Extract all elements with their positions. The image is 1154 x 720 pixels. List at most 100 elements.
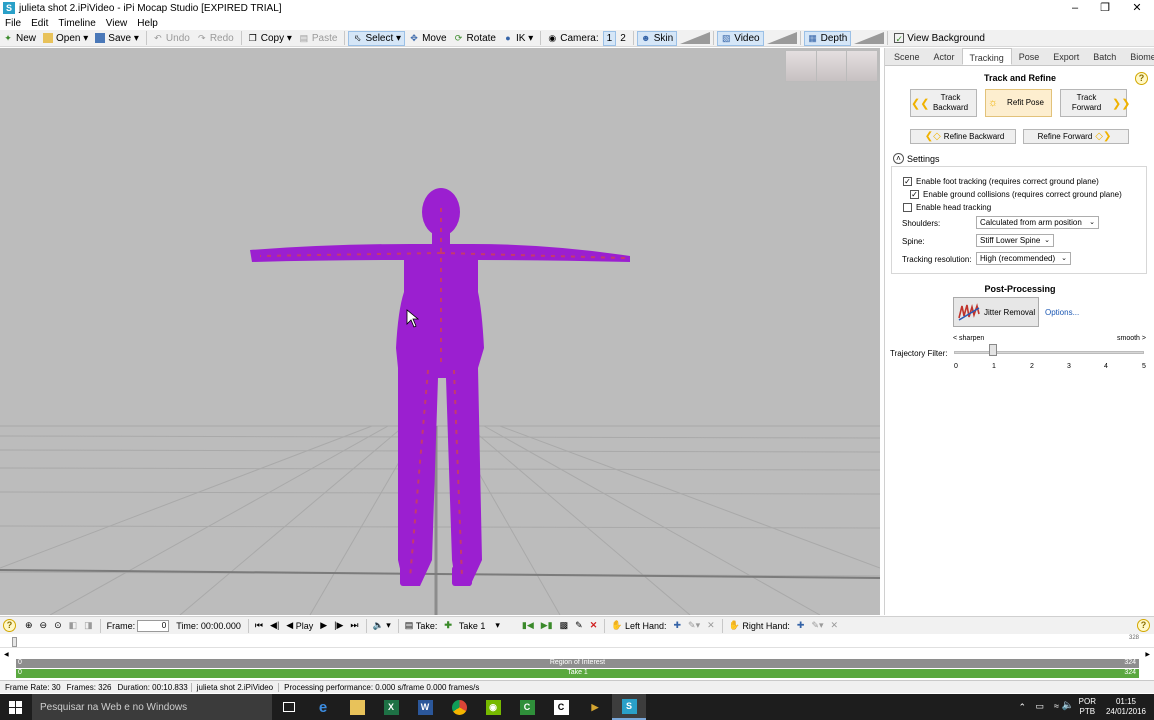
- view-background-toggle[interactable]: ✓ View Background: [891, 31, 988, 46]
- trajectory-filter-slider[interactable]: [954, 351, 1144, 354]
- edge-icon[interactable]: e: [306, 694, 340, 720]
- menu-view[interactable]: View: [101, 18, 133, 29]
- new-button[interactable]: ✦ New: [0, 31, 39, 46]
- minimize-button[interactable]: –: [1060, 0, 1090, 16]
- battery-icon[interactable]: ▭: [1035, 701, 1044, 712]
- play-backward-button[interactable]: ◀ Play: [283, 618, 316, 633]
- tab-actor[interactable]: Actor: [927, 48, 962, 65]
- tab-batch[interactable]: Batch: [1086, 48, 1123, 65]
- menu-help[interactable]: Help: [132, 18, 163, 29]
- undo-button[interactable]: ↶ Undo: [150, 31, 193, 46]
- volume-button[interactable]: 🔈 ▾: [370, 618, 394, 633]
- tracking-resolution-select[interactable]: High (recommended) ⌄: [976, 252, 1071, 265]
- tab-pose[interactable]: Pose: [1012, 48, 1047, 65]
- menu-file[interactable]: File: [0, 18, 26, 29]
- camera-thumbnail[interactable]: [786, 51, 817, 81]
- right-hand-delete-button[interactable]: ✕: [828, 618, 842, 633]
- jitter-removal-button[interactable]: Jitter Removal: [953, 297, 1039, 327]
- media-app-icon[interactable]: C: [544, 694, 578, 720]
- maximize-button[interactable]: ❐: [1090, 0, 1120, 16]
- refine-backward-button[interactable]: ❮◇ Refine Backward: [910, 129, 1016, 144]
- tray-chevron-icon[interactable]: ⌃: [1018, 702, 1026, 713]
- ik-tool-button[interactable]: ● IK ▾: [500, 31, 536, 46]
- menu-timeline[interactable]: Timeline: [53, 18, 100, 29]
- right-hand-add-button[interactable]: ✚: [794, 618, 808, 633]
- camera-thumbnail[interactable]: [847, 51, 879, 81]
- skin-toggle[interactable]: ☻ Skin: [636, 30, 678, 46]
- language-indicator[interactable]: POR PTB: [1079, 697, 1096, 717]
- nvidia-icon[interactable]: ◉: [476, 694, 510, 720]
- trajectory-filter-thumb[interactable]: [989, 344, 997, 356]
- camera-thumbnails[interactable]: [785, 50, 879, 82]
- copy-button[interactable]: ❐ Copy ▾: [245, 31, 295, 46]
- camera-2-button[interactable]: 2: [617, 31, 629, 46]
- ipi-mocap-taskbar-icon[interactable]: S: [612, 694, 646, 720]
- depth-toggle[interactable]: ▦ Depth: [803, 30, 852, 46]
- take-start-button[interactable]: ▮◀: [519, 618, 537, 633]
- step-forward-button[interactable]: |▶: [331, 618, 346, 633]
- take-copy-button[interactable]: ▩: [557, 618, 572, 633]
- video-opacity-slider[interactable]: [766, 32, 797, 44]
- take-select[interactable]: Take 1 ▾: [456, 618, 518, 633]
- camera-1-button[interactable]: 1: [602, 30, 617, 46]
- region-of-interest-bar[interactable]: 0 Region of Interest 324: [16, 659, 1139, 668]
- timeline-scroll[interactable]: ◀ ▶: [0, 648, 1154, 658]
- camtasia-icon[interactable]: C: [510, 694, 544, 720]
- tab-tracking[interactable]: Tracking: [961, 48, 1012, 65]
- foot-tracking-checkbox[interactable]: ✓ Enable foot tracking (requires correct…: [903, 177, 1099, 186]
- volume-icon[interactable]: 🔈: [1062, 700, 1074, 711]
- delete-take-button[interactable]: ✕: [587, 618, 601, 633]
- track-forward-button[interactable]: Track Forward ❯❯: [1060, 89, 1130, 117]
- roi-end-button[interactable]: ◨: [81, 618, 96, 633]
- help-icon[interactable]: ?: [3, 619, 16, 632]
- close-button[interactable]: ✕: [1122, 0, 1152, 16]
- wifi-icon[interactable]: ≈: [1054, 701, 1059, 711]
- rotate-tool-button[interactable]: ⟳ Rotate: [451, 31, 499, 46]
- settings-header[interactable]: ˄ Settings: [893, 153, 940, 164]
- help-icon[interactable]: ?: [1137, 619, 1150, 632]
- 3d-viewport[interactable]: [0, 48, 880, 615]
- refit-pose-button[interactable]: ☼ Refit Pose: [985, 89, 1052, 117]
- step-back-button[interactable]: ◀|: [267, 618, 282, 633]
- paste-button[interactable]: ▤ Paste: [296, 31, 341, 46]
- timeline-ruler[interactable]: [0, 634, 1154, 648]
- taskbar-clock[interactable]: 01:15 24/01/2016: [1106, 697, 1146, 717]
- save-button[interactable]: Save ▾: [92, 31, 142, 46]
- open-button[interactable]: Open ▾: [40, 31, 91, 46]
- excel-icon[interactable]: X: [374, 694, 408, 720]
- spine-select[interactable]: Stiff Lower Spine ⌄: [976, 234, 1054, 247]
- ground-collisions-checkbox[interactable]: ✓ Enable ground collisions (requires cor…: [910, 190, 1122, 199]
- depth-opacity-slider[interactable]: [854, 32, 885, 44]
- options-link[interactable]: Options...: [1045, 308, 1079, 317]
- left-hand-add-button[interactable]: ✚: [671, 618, 685, 633]
- right-hand-edit-button[interactable]: ✎▾: [808, 618, 826, 633]
- redo-button[interactable]: ↷ Redo: [194, 31, 237, 46]
- menu-edit[interactable]: Edit: [26, 18, 53, 29]
- scroll-left-icon[interactable]: ◀: [4, 651, 9, 658]
- video-toggle[interactable]: ▧ Video: [717, 30, 764, 46]
- go-to-start-button[interactable]: ⏮: [252, 618, 266, 633]
- add-take-button[interactable]: ✚: [441, 618, 455, 633]
- shoulders-select[interactable]: Calculated from arm position ⌄: [976, 216, 1099, 229]
- head-tracking-checkbox[interactable]: Enable head tracking: [903, 203, 991, 212]
- scroll-right-icon[interactable]: ▶: [1145, 651, 1150, 658]
- recorder-icon[interactable]: ▶: [578, 694, 612, 720]
- take-edit-button[interactable]: ✎: [572, 618, 586, 633]
- tab-export[interactable]: Export: [1046, 48, 1086, 65]
- skin-opacity-slider[interactable]: [680, 32, 711, 44]
- taskbar-search[interactable]: Pesquisar na Web e no Windows: [32, 694, 272, 720]
- refine-forward-button[interactable]: Refine Forward ◇❯: [1023, 129, 1129, 144]
- go-to-end-button[interactable]: ⏭: [347, 618, 361, 633]
- chrome-icon[interactable]: [442, 694, 476, 720]
- select-tool-button[interactable]: ⬁ Select ▾: [348, 30, 406, 46]
- frame-input[interactable]: 0: [137, 619, 170, 632]
- take-end-button[interactable]: ▶▮: [538, 618, 556, 633]
- task-view-icon[interactable]: [272, 694, 306, 720]
- playhead[interactable]: [12, 637, 17, 647]
- move-tool-button[interactable]: ✥ Move: [406, 31, 449, 46]
- zoom-in-button[interactable]: ⊕: [22, 618, 36, 633]
- tab-biomech[interactable]: Biomech: [1123, 48, 1154, 65]
- help-icon[interactable]: ?: [1135, 72, 1148, 85]
- file-explorer-icon[interactable]: [340, 694, 374, 720]
- zoom-fit-button[interactable]: ⊙: [51, 618, 65, 633]
